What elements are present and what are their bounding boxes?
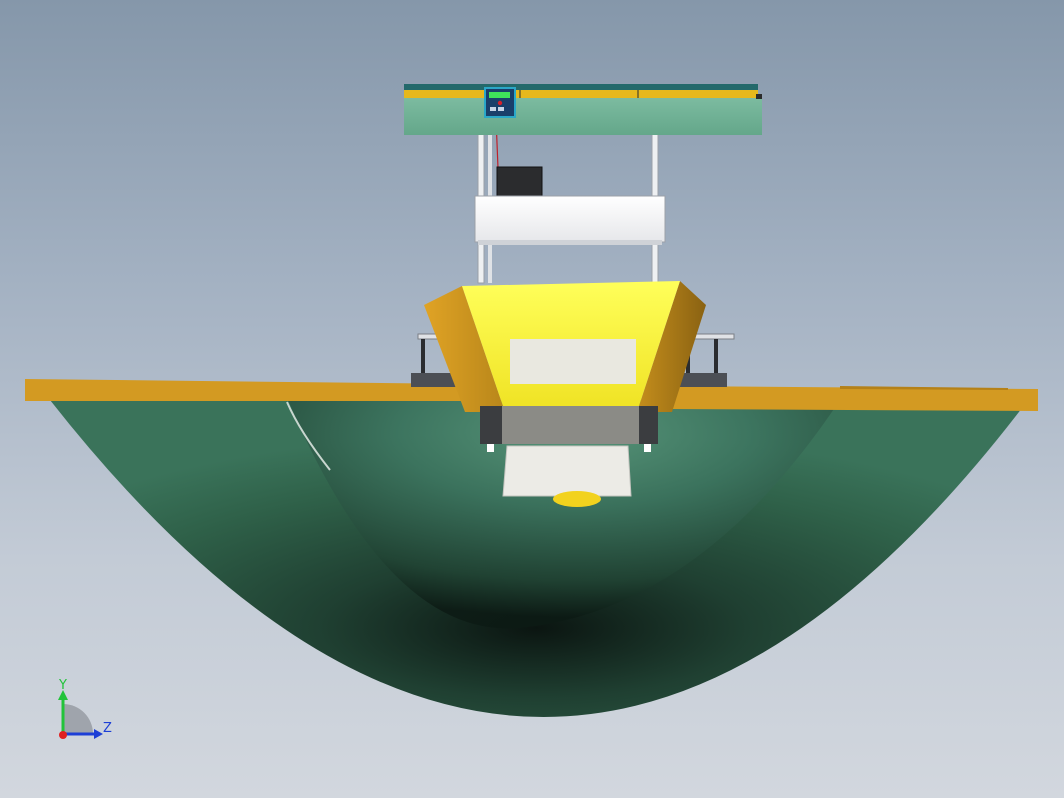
spreader-disc [553, 491, 601, 507]
model-canvas[interactable] [0, 0, 1064, 798]
canopy-end-cap [756, 94, 762, 99]
control-unit [484, 87, 516, 118]
discharge-chute [502, 445, 632, 497]
canopy-body [404, 98, 762, 135]
canopy-yellow-strip [404, 90, 758, 98]
hopper-base-right-block [639, 406, 658, 444]
motor-housing [474, 195, 666, 243]
battery-box [496, 166, 543, 197]
canopy-top-strip [404, 84, 758, 90]
rail-left-post-1 [421, 339, 425, 375]
triad-plane-fan [63, 704, 93, 734]
motor-housing-base [478, 240, 662, 245]
hopper-label-panel [510, 339, 636, 384]
deck-left [25, 379, 470, 401]
hopper-base [480, 406, 658, 444]
hopper-base-left-block [480, 406, 502, 444]
cad-viewport[interactable]: Y Z [0, 0, 1064, 798]
rail-right-post-2 [714, 339, 718, 375]
y-axis-label: Y [59, 678, 67, 693]
hopper-foot-left [487, 444, 494, 452]
hopper-foot-right [644, 444, 651, 452]
x-axis-origin [59, 731, 67, 739]
z-axis-label: Z [103, 721, 112, 736]
